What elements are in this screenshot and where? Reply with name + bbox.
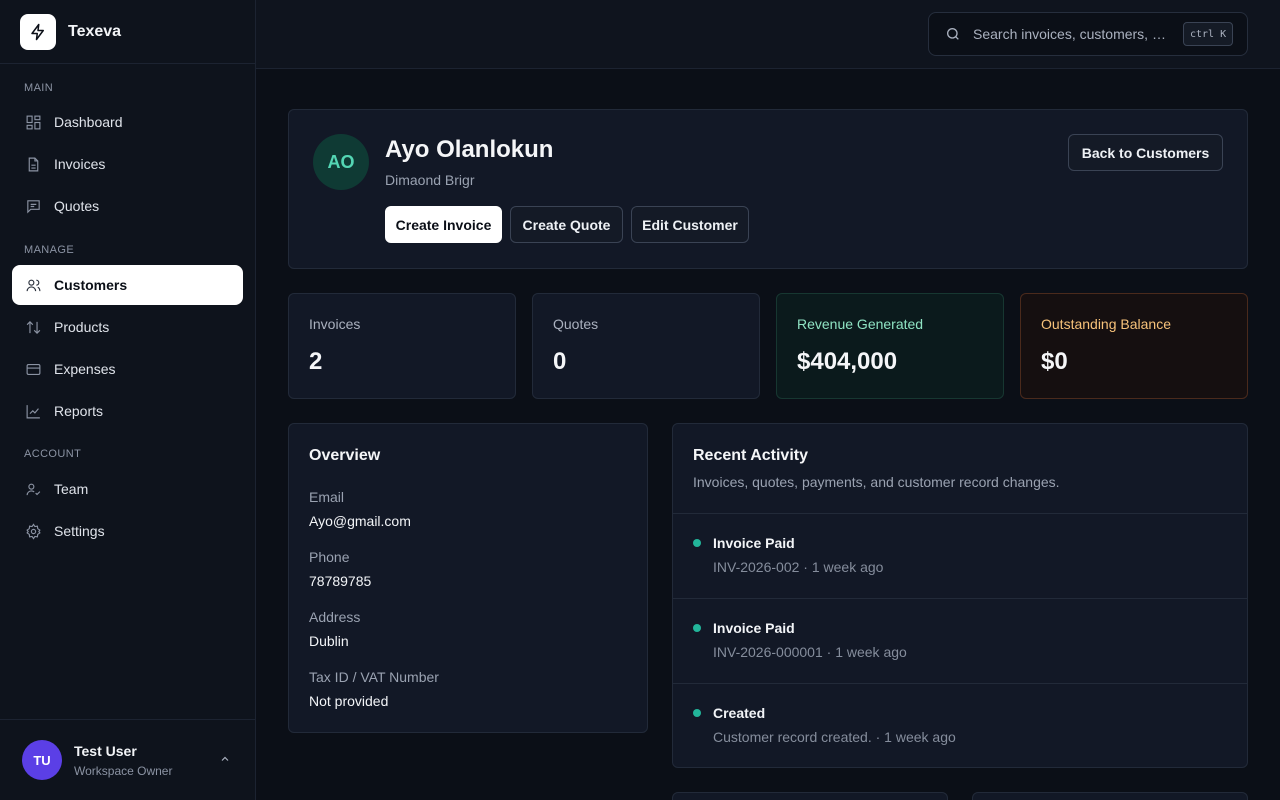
sidebar-item-settings[interactable]: Settings xyxy=(12,511,243,551)
phone-value: 78789785 xyxy=(309,573,372,589)
nav-heading-main: MAIN xyxy=(24,82,54,94)
create-invoice-button[interactable]: Create Invoice xyxy=(385,206,502,243)
stat-label: Invoices xyxy=(309,316,361,332)
sidebar: Texeva MAIN Dashboard Invoices Quotes MA… xyxy=(0,0,256,800)
sidebar-item-label: Quotes xyxy=(54,198,100,214)
stat-card-quotes: Quotes 0 xyxy=(532,293,760,399)
activity-subtitle: Invoices, quotes, payments, and customer… xyxy=(693,474,1060,490)
list-item: Invoice Paid INV-2026-000001 · 1 week ag… xyxy=(673,598,1247,683)
stat-label: Revenue Generated xyxy=(797,316,924,332)
back-to-customers-button[interactable]: Back to Customers xyxy=(1068,134,1223,171)
sidebar-item-label: Reports xyxy=(54,403,104,419)
activity-meta: Customer record created. · 1 week ago xyxy=(713,729,956,745)
sidebar-item-label: Settings xyxy=(54,523,105,539)
address-value: Dublin xyxy=(309,633,349,649)
customer-profile-card: AO Ayo Olanlokun Dimaond Brigr Create In… xyxy=(288,109,1248,269)
search-input[interactable]: Search invoices, customers, q... ctrl K xyxy=(928,12,1248,56)
activity-meta: INV-2026-002 · 1 week ago xyxy=(713,559,884,575)
sidebar-item-customers[interactable]: Customers xyxy=(12,265,243,305)
email-value: Ayo@gmail.com xyxy=(309,513,411,529)
address-label: Address xyxy=(309,609,361,625)
arrows-icon xyxy=(24,318,42,336)
stat-value: 0 xyxy=(553,348,567,375)
status-dot-icon xyxy=(693,539,701,547)
nav-heading-manage: MANAGE xyxy=(24,244,75,256)
user-menu[interactable]: TU Test User Workspace Owner xyxy=(0,719,255,800)
sidebar-item-team[interactable]: Team xyxy=(12,469,243,509)
tax-id-value: Not provided xyxy=(309,693,389,709)
avatar: TU xyxy=(22,740,62,780)
overview-card: Overview Email Ayo@gmail.com Phone 78789… xyxy=(288,423,648,733)
activity-meta: INV-2026-000001 · 1 week ago xyxy=(713,644,907,660)
grid-icon xyxy=(24,113,42,131)
chevron-up-icon[interactable] xyxy=(219,752,231,770)
stat-value: $0 xyxy=(1041,348,1068,375)
sidebar-item-label: Dashboard xyxy=(54,114,123,130)
email-label: Email xyxy=(309,489,345,505)
sidebar-item-label: Products xyxy=(54,319,110,335)
recent-activity-card: Recent Activity Invoices, quotes, paymen… xyxy=(672,423,1248,768)
user-check-icon xyxy=(24,480,42,498)
create-quote-button[interactable]: Create Quote xyxy=(510,206,623,243)
bolt-icon[interactable] xyxy=(20,13,56,50)
stat-card-revenue: Revenue Generated $404,000 xyxy=(776,293,1004,399)
gear-icon xyxy=(24,522,42,540)
edit-customer-button[interactable]: Edit Customer xyxy=(631,206,749,243)
message-icon xyxy=(24,197,42,215)
activity-name: Invoice Paid xyxy=(713,620,795,636)
sidebar-item-quotes[interactable]: Quotes xyxy=(12,186,243,226)
tax-id-label: Tax ID / VAT Number xyxy=(309,669,439,685)
card-peek xyxy=(972,792,1248,800)
list-item: Invoice Paid INV-2026-002 · 1 week ago xyxy=(673,513,1247,598)
file-icon xyxy=(24,155,42,173)
activity-name: Created xyxy=(713,705,766,721)
activity-title: Recent Activity xyxy=(693,447,808,464)
card-icon xyxy=(24,360,42,378)
keyboard-shortcut: ctrl K xyxy=(1183,22,1234,46)
user-role: Workspace Owner xyxy=(74,763,173,778)
avatar: AO xyxy=(313,134,369,190)
customer-company: Dimaond Brigr xyxy=(385,172,475,188)
brand-name: Texeva xyxy=(68,22,122,40)
activity-name: Invoice Paid xyxy=(713,535,795,551)
sidebar-item-expenses[interactable]: Expenses xyxy=(12,349,243,389)
card-peek xyxy=(672,792,948,800)
nav-heading-account: ACCOUNT xyxy=(24,448,82,460)
overview-title: Overview xyxy=(309,447,381,464)
stat-card-outstanding: Outstanding Balance $0 xyxy=(1020,293,1248,399)
stat-value: $404,000 xyxy=(797,348,898,375)
sidebar-item-label: Expenses xyxy=(54,361,116,377)
topbar: Search invoices, customers, q... ctrl K xyxy=(256,0,1280,69)
sidebar-item-products[interactable]: Products xyxy=(12,307,243,347)
stat-label: Quotes xyxy=(553,316,599,332)
sidebar-item-invoices[interactable]: Invoices xyxy=(12,144,243,184)
sidebar-item-label: Invoices xyxy=(54,156,106,172)
phone-label: Phone xyxy=(309,549,350,565)
list-item: Created Customer record created. · 1 wee… xyxy=(673,683,1247,768)
sidebar-item-dashboard[interactable]: Dashboard xyxy=(12,102,243,142)
brand: Texeva xyxy=(0,0,255,64)
users-icon xyxy=(24,276,42,294)
sidebar-item-label: Customers xyxy=(54,277,128,293)
stat-card-invoices: Invoices 2 xyxy=(288,293,516,399)
search-icon xyxy=(945,26,961,42)
stat-label: Outstanding Balance xyxy=(1041,316,1171,332)
chart-icon xyxy=(24,402,42,420)
status-dot-icon xyxy=(693,624,701,632)
page-title: Ayo Olanlokun xyxy=(385,136,554,163)
user-name: Test User xyxy=(74,742,137,759)
status-dot-icon xyxy=(693,709,701,717)
search-placeholder: Search invoices, customers, q... xyxy=(973,26,1171,42)
sidebar-item-label: Team xyxy=(54,481,89,497)
sidebar-item-reports[interactable]: Reports xyxy=(12,391,243,431)
stat-value: 2 xyxy=(309,348,323,375)
